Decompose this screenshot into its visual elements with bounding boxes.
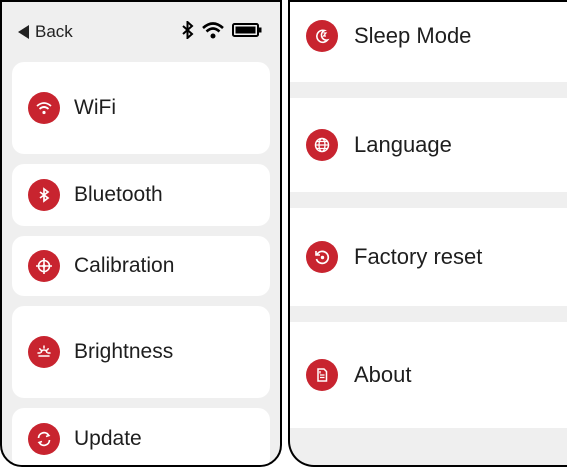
menu-item-sleep-mode[interactable]: Sleep Mode — [290, 2, 567, 82]
info-document-icon — [306, 359, 338, 391]
moon-icon — [306, 20, 338, 52]
settings-panel-left: Back WiFi Bluetooth Calibration Brightne… — [0, 0, 282, 467]
crosshair-icon — [28, 250, 60, 282]
menu-item-label: Factory reset — [354, 244, 483, 269]
menu-item-language[interactable]: Language — [290, 98, 567, 192]
menu-item-bluetooth[interactable]: Bluetooth — [12, 164, 270, 226]
back-label: Back — [35, 22, 73, 41]
menu-item-label: WiFi — [74, 96, 116, 119]
bluetooth-icon — [182, 21, 194, 39]
menu-item-calibration[interactable]: Calibration — [12, 236, 270, 296]
back-button[interactable]: Back — [18, 22, 73, 42]
reset-icon — [306, 241, 338, 273]
menu-item-about[interactable]: About — [290, 322, 567, 428]
menu-item-label: Bluetooth — [74, 183, 163, 206]
update-icon — [28, 423, 60, 455]
menu-item-factory-reset[interactable]: Factory reset — [290, 208, 567, 306]
menu-item-update[interactable]: Update — [12, 408, 270, 465]
menu-item-label: Sleep Mode — [354, 23, 472, 48]
status-icons — [182, 21, 262, 39]
back-arrow-icon — [18, 25, 29, 39]
status-bar: Back — [2, 2, 280, 54]
settings-panel-right: Sleep Mode Language Factory reset About — [288, 0, 567, 467]
menu-item-label: Update — [74, 427, 142, 450]
globe-icon — [306, 129, 338, 161]
menu-item-wifi[interactable]: WiFi — [12, 62, 270, 154]
wifi-icon — [28, 92, 60, 124]
menu-item-label: About — [354, 362, 412, 387]
menu-item-label: Language — [354, 132, 452, 157]
bluetooth-icon — [28, 179, 60, 211]
menu-item-brightness[interactable]: Brightness — [12, 306, 270, 398]
brightness-icon — [28, 336, 60, 368]
menu-item-label: Brightness — [74, 340, 174, 363]
battery-icon — [232, 23, 262, 37]
wifi-icon — [202, 21, 224, 38]
menu-item-label: Calibration — [74, 254, 175, 277]
